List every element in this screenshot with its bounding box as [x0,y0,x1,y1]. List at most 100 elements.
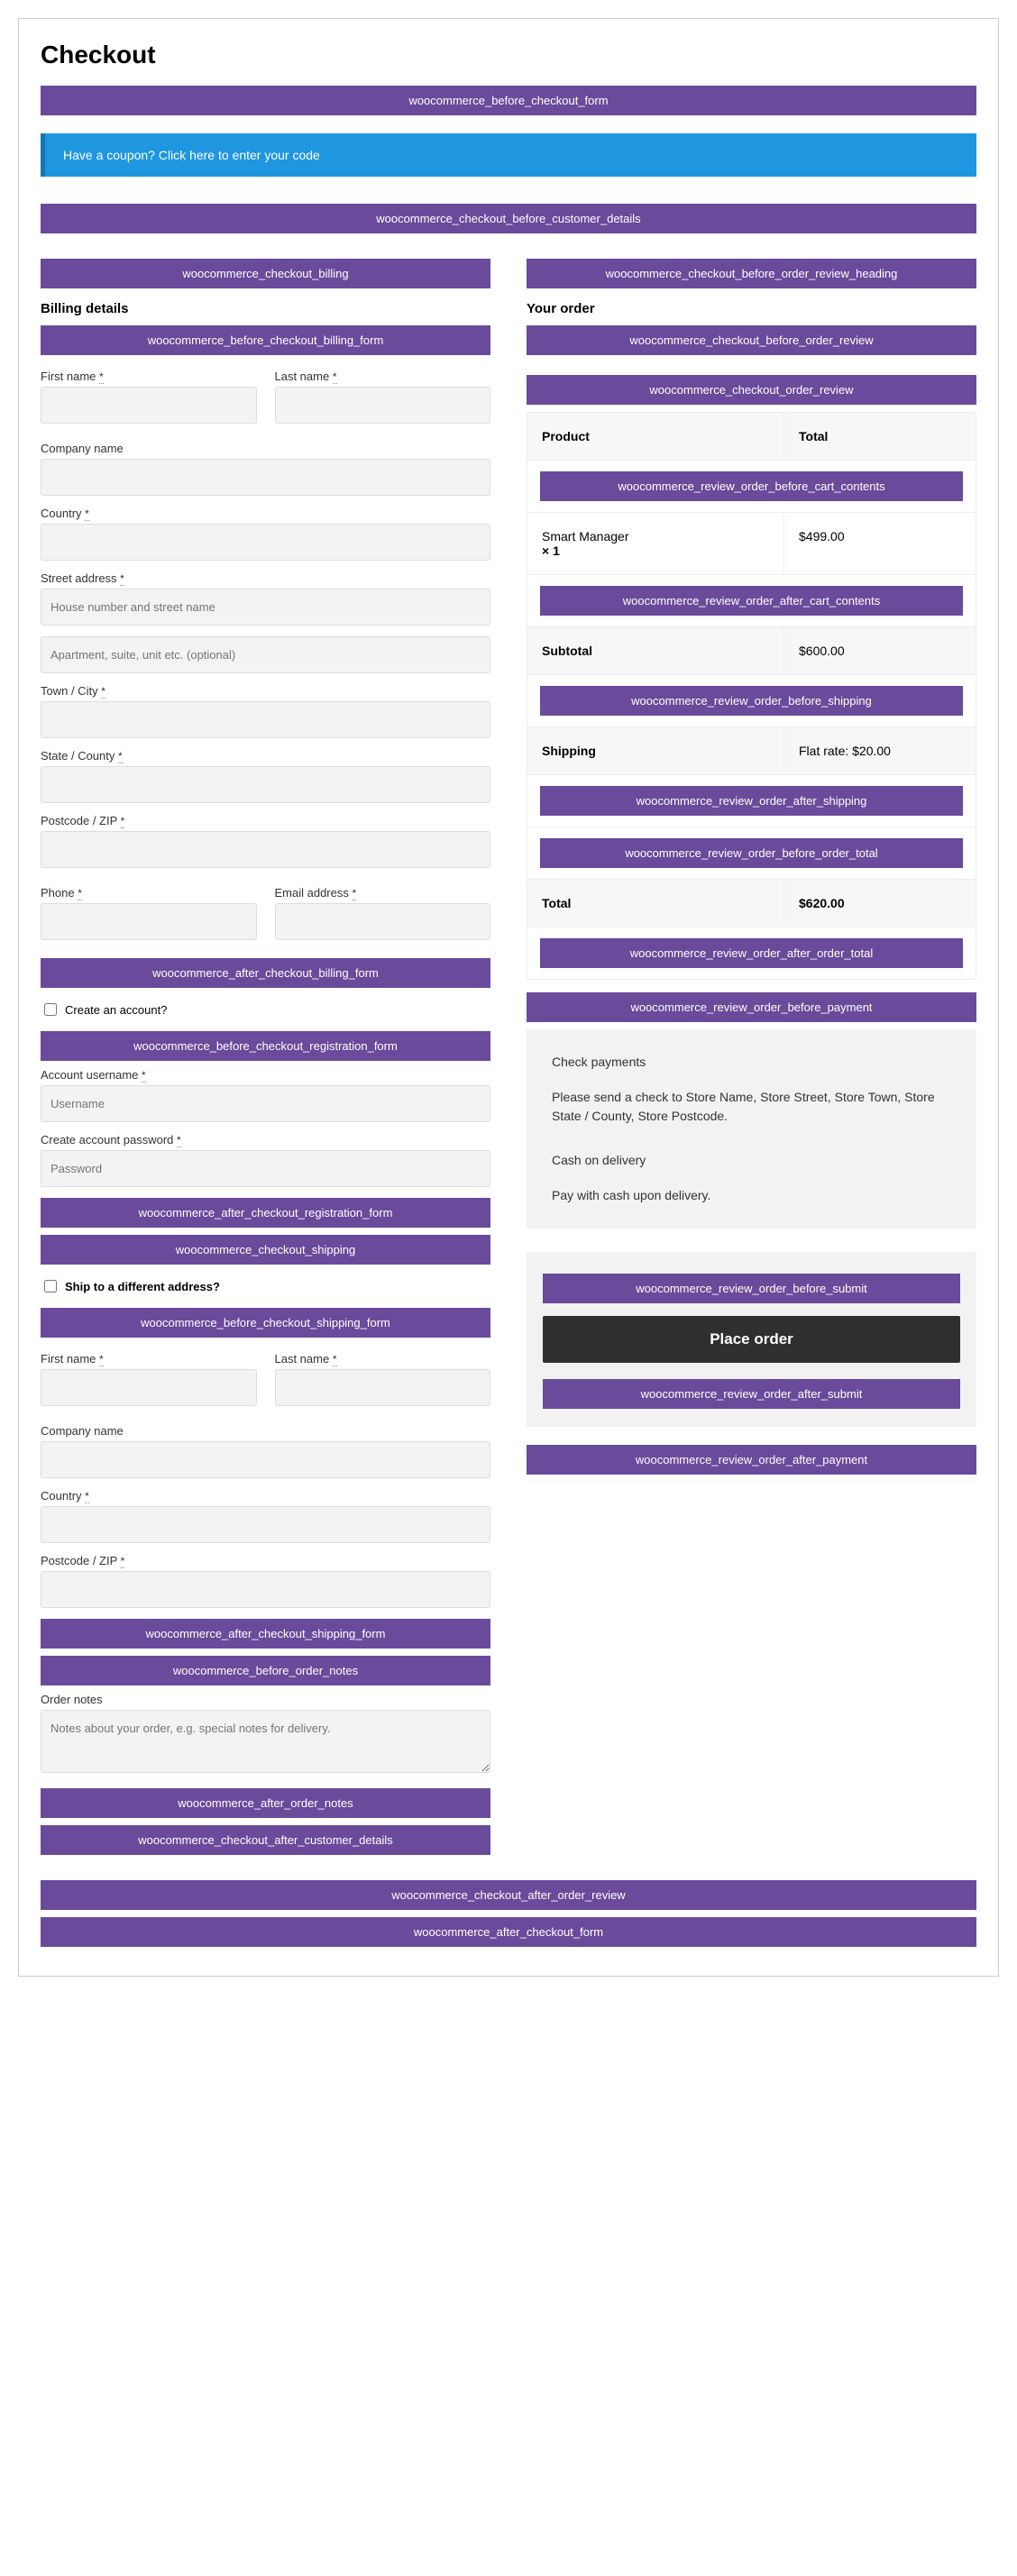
order-heading: Your order [527,301,976,316]
payment-check-title: Check payments [552,1053,951,1072]
hook-after-cart-contents: woocommerce_review_order_after_cart_cont… [540,586,963,616]
account-password-label: Create account password * [41,1133,490,1146]
hook-before-customer-details: woocommerce_checkout_before_customer_det… [41,204,976,233]
shipping-postcode-label: Postcode / ZIP * [41,1554,490,1567]
hook-before-order-review-heading: woocommerce_checkout_before_order_review… [527,259,976,288]
payment-cod[interactable]: Cash on delivery Pay with cash upon deli… [552,1151,951,1205]
hook-before-submit: woocommerce_review_order_before_submit [543,1274,960,1303]
payment-check[interactable]: Check payments Please send a check to St… [552,1053,951,1126]
billing-state-input[interactable] [41,766,490,803]
billing-street2-input[interactable] [41,636,490,673]
hook-after-checkout-form: woocommerce_after_checkout_form [41,1917,976,1947]
billing-last-name-label: Last name * [275,370,491,383]
shipping-company-label: Company name [41,1424,490,1438]
hook-before-order-review: woocommerce_checkout_before_order_review [527,325,976,355]
billing-heading: Billing details [41,301,490,316]
hook-before-order-total: woocommerce_review_order_before_order_to… [540,838,963,868]
order-shipping-value: Flat rate: $20.00 [784,727,976,774]
shipping-postcode-input[interactable] [41,1571,490,1608]
billing-town-input[interactable] [41,701,490,738]
shipping-country-label: Country * [41,1489,490,1503]
account-password-input[interactable] [41,1150,490,1187]
order-notes-label: Order notes [41,1693,490,1706]
billing-column: woocommerce_checkout_billing Billing det… [41,251,490,1862]
hook-after-order-notes: woocommerce_after_order_notes [41,1788,490,1818]
billing-phone-input[interactable] [41,903,257,940]
create-account-label: Create an account? [65,1003,167,1017]
ship-different-label: Ship to a different address? [65,1280,220,1293]
shipping-last-name-input[interactable] [275,1369,491,1406]
order-item-total: $499.00 [784,513,976,574]
billing-first-name-label: First name * [41,370,257,383]
create-account-checkbox[interactable] [44,1003,57,1016]
order-review-table: Product Total woocommerce_review_order_b… [527,412,976,980]
place-order-button[interactable]: Place order [543,1316,960,1363]
hook-order-review: woocommerce_checkout_order_review [527,375,976,405]
billing-town-label: Town / City * [41,684,490,698]
hook-before-checkout-form: woocommerce_before_checkout_form [41,86,976,115]
order-total-label: Total [527,880,784,927]
order-item-name: Smart Manager × 1 [527,513,784,574]
hook-before-billing-form: woocommerce_before_checkout_billing_form [41,325,490,355]
hook-after-submit: woocommerce_review_order_after_submit [543,1379,960,1409]
page-title: Checkout [41,41,976,69]
payment-cod-title: Cash on delivery [552,1151,951,1170]
hook-checkout-shipping: woocommerce_checkout_shipping [41,1235,490,1265]
order-shipping-row: Shipping Flat rate: $20.00 [527,727,976,775]
payment-cod-desc: Pay with cash upon delivery. [552,1186,951,1205]
ship-different-row[interactable]: Ship to a different address? [41,1277,490,1295]
ship-different-checkbox[interactable] [44,1280,57,1293]
shipping-last-name-label: Last name * [275,1352,491,1366]
order-column: woocommerce_checkout_before_order_review… [527,251,976,1862]
checkout-page: Checkout woocommerce_before_checkout_for… [18,18,999,1977]
hook-after-shipping-form: woocommerce_after_checkout_shipping_form [41,1619,490,1649]
coupon-notice[interactable]: Have a coupon? Click here to enter your … [41,133,976,177]
billing-postcode-input[interactable] [41,831,490,868]
hook-after-order-review: woocommerce_checkout_after_order_review [41,1880,976,1910]
shipping-country-input[interactable] [41,1506,490,1543]
account-username-input[interactable] [41,1085,490,1122]
billing-postcode-label: Postcode / ZIP * [41,814,490,827]
hook-checkout-billing: woocommerce_checkout_billing [41,259,490,288]
order-notes-input[interactable] [41,1710,490,1773]
billing-country-label: Country * [41,507,490,520]
billing-street1-input[interactable] [41,589,490,626]
billing-last-name-input[interactable] [275,387,491,424]
billing-company-label: Company name [41,442,490,455]
order-subtotal-label: Subtotal [527,627,784,674]
hook-before-payment: woocommerce_review_order_before_payment [527,992,976,1022]
hook-before-shipping-review: woocommerce_review_order_before_shipping [540,686,963,716]
hook-after-shipping-review: woocommerce_review_order_after_shipping [540,786,963,816]
order-subtotal-row: Subtotal $600.00 [527,627,976,675]
shipping-company-input[interactable] [41,1441,490,1478]
shipping-first-name-label: First name * [41,1352,257,1366]
order-total-value: $620.00 [784,880,976,927]
order-shipping-label: Shipping [527,727,784,774]
billing-email-label: Email address * [275,886,491,900]
hook-before-cart-contents: woocommerce_review_order_before_cart_con… [540,471,963,501]
billing-company-input[interactable] [41,459,490,496]
col-total-header: Total [784,413,976,460]
hook-before-shipping-form: woocommerce_before_checkout_shipping_for… [41,1308,490,1338]
hook-after-payment: woocommerce_review_order_after_payment [527,1445,976,1475]
billing-first-name-input[interactable] [41,387,257,424]
billing-phone-label: Phone * [41,886,257,900]
account-username-label: Account username * [41,1068,490,1082]
billing-email-input[interactable] [275,903,491,940]
hook-after-billing-form: woocommerce_after_checkout_billing_form [41,958,490,988]
order-table-header: Product Total [527,413,976,461]
billing-country-input[interactable] [41,524,490,561]
hook-before-registration-form: woocommerce_before_checkout_registration… [41,1031,490,1061]
hook-after-customer-details: woocommerce_checkout_after_customer_deta… [41,1825,490,1855]
hook-before-order-notes: woocommerce_before_order_notes [41,1656,490,1685]
order-item-row: Smart Manager × 1 $499.00 [527,513,976,575]
payment-check-desc: Please send a check to Store Name, Store… [552,1088,951,1126]
col-product-header: Product [527,413,784,460]
order-subtotal-value: $600.00 [784,627,976,674]
shipping-first-name-input[interactable] [41,1369,257,1406]
hook-after-registration-form: woocommerce_after_checkout_registration_… [41,1198,490,1228]
billing-street-label: Street address * [41,571,490,585]
payment-methods: Check payments Please send a check to St… [527,1029,976,1229]
order-total-row: Total $620.00 [527,880,976,927]
create-account-row[interactable]: Create an account? [41,1000,490,1019]
